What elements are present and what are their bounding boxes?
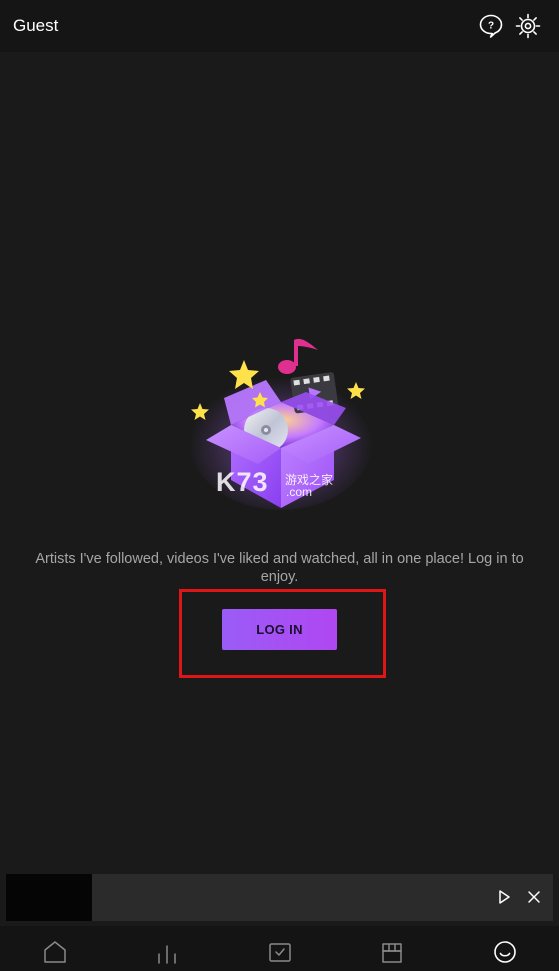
mini-play-button[interactable] — [496, 889, 512, 905]
nav-charts[interactable] — [153, 938, 181, 966]
play-icon — [499, 890, 510, 904]
smiley-profile-icon — [494, 941, 516, 963]
nav-home[interactable] — [41, 938, 69, 966]
store-icon — [382, 943, 402, 963]
charts-icon — [158, 945, 176, 964]
page-title: Guest — [13, 16, 59, 35]
nav-me[interactable] — [491, 938, 519, 966]
close-icon — [528, 891, 540, 903]
empty-state-message: Artists I've followed, videos I've liked… — [35, 551, 524, 585]
help-question-icon: ? — [479, 14, 503, 38]
watermark-domain: .com — [286, 485, 313, 499]
login-button[interactable]: LOG IN — [222, 609, 337, 650]
nav-store[interactable] — [378, 938, 406, 966]
watermark-main: K73 — [216, 467, 269, 497]
watermark-logo: K73 游戏之家 .com — [216, 467, 346, 503]
gear-icon — [515, 13, 541, 39]
app-screen: Guest ? K73 游戏之家 .com Artists I've follo… — [0, 0, 559, 971]
settings-button[interactable] — [515, 13, 541, 39]
help-button[interactable]: ? — [478, 13, 504, 39]
mini-player-thumbnail[interactable] — [6, 874, 92, 921]
mini-close-button[interactable] — [526, 889, 542, 905]
mini-player[interactable] — [6, 874, 553, 921]
nav-library[interactable] — [266, 938, 294, 966]
bottom-nav — [0, 926, 559, 971]
library-icon — [269, 943, 291, 962]
top-bar: Guest ? — [0, 0, 559, 52]
svg-text:?: ? — [488, 21, 494, 32]
home-icon — [44, 941, 66, 963]
